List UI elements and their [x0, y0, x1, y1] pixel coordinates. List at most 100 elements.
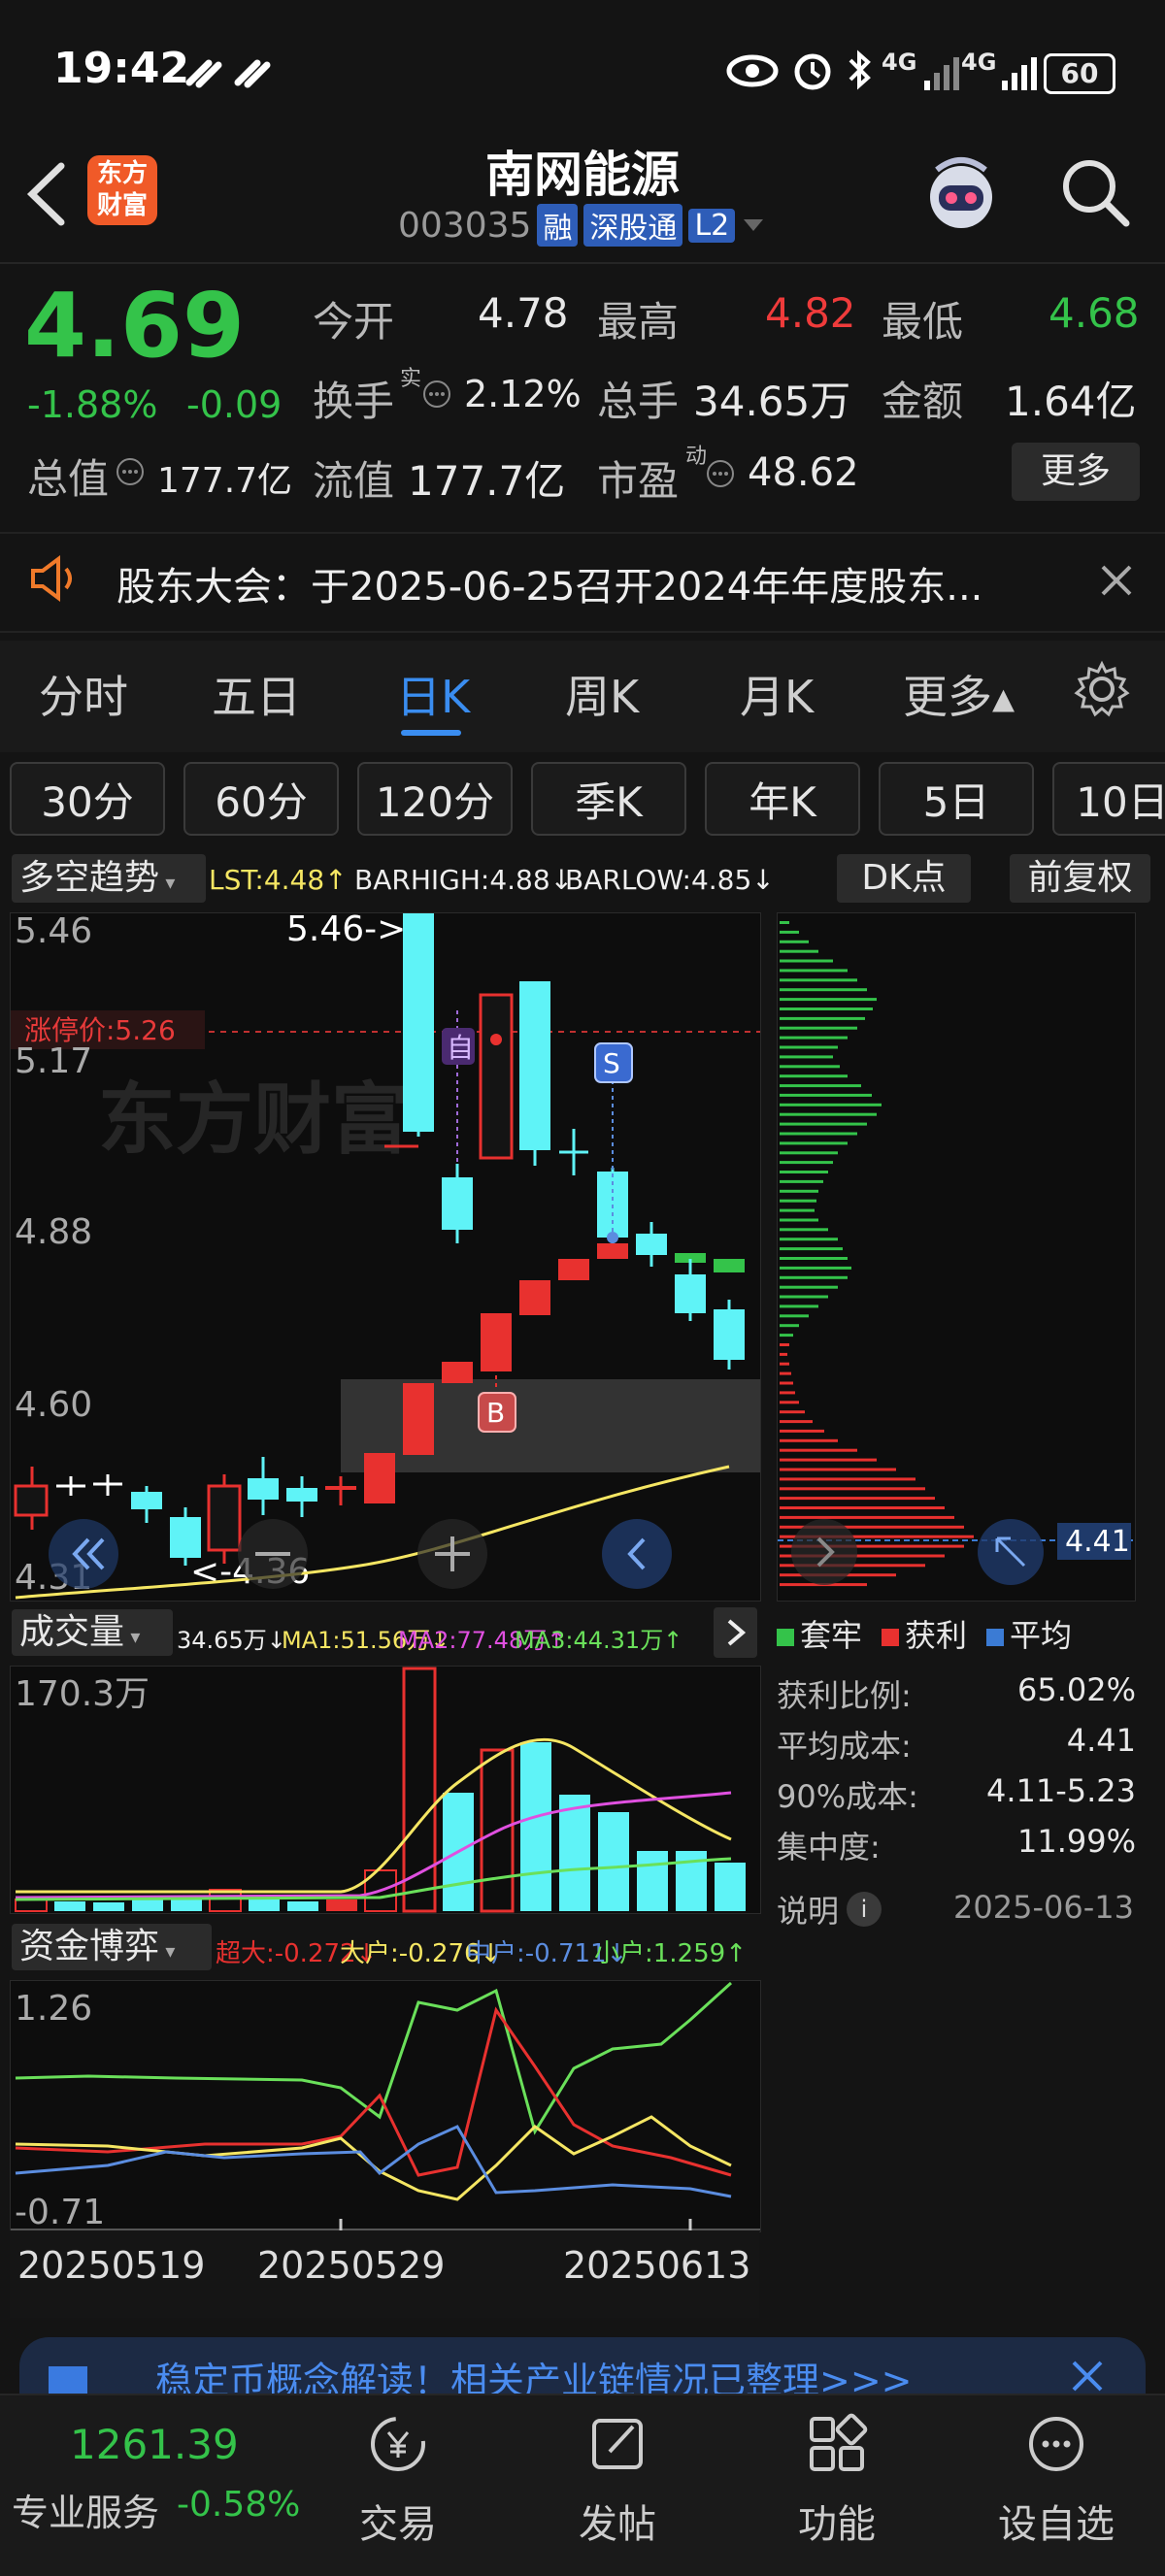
chip-bar: [780, 988, 867, 992]
volume-indicator-select[interactable]: 成交量 ▾: [12, 1609, 173, 1656]
x-axis-strip: 20250519 20250529 20250613: [10, 2230, 759, 2318]
fund-y-top: 1.26: [15, 1989, 92, 2029]
y-tick: 4.60: [15, 1385, 92, 1425]
info-dots-icon[interactable]: [705, 458, 736, 489]
nav-trade[interactable]: 交易: [311, 2395, 485, 2570]
search-icon[interactable]: [1058, 155, 1131, 228]
chip-bar: [780, 1477, 915, 1481]
kline-chart: 东方财富 涨停价:5.26 5.46 5.17 4.88 4.60 4.31 5…: [11, 909, 760, 1600]
chip-bar: [780, 1401, 799, 1404]
index-label[interactable]: 专业服务: [12, 2483, 159, 2536]
scroll-left-button[interactable]: [602, 1519, 672, 1589]
divider: [0, 631, 1165, 633]
fund-chart: 1.26 -0.71: [11, 1981, 760, 2232]
scroll-left-fast-button[interactable]: [49, 1519, 118, 1589]
chip-bar: [780, 1036, 848, 1040]
chip-bar: [780, 1285, 838, 1289]
change-amount: -0.09: [186, 383, 283, 426]
super-large-line: [15, 2006, 732, 2177]
turnover-sup: 实: [400, 367, 422, 391]
dropdown-icon[interactable]: [741, 215, 766, 235]
chip-bar: [780, 978, 857, 982]
lst-value: LST:4.48↑: [209, 864, 348, 896]
more-button[interactable]: 更多: [1012, 443, 1140, 501]
period-tabs: 分时 五日 日K 周K 月K 更多▴: [0, 641, 1165, 752]
candle: [714, 1259, 745, 1272]
info-dots-icon[interactable]: [115, 456, 146, 487]
fund-indicator-select[interactable]: 资金博弈 ▾: [12, 1924, 212, 1970]
pill-5day[interactable]: 5日: [879, 762, 1034, 836]
network-label-1: 4G: [882, 49, 917, 76]
status-link-icons: [185, 59, 271, 88]
stat-label: 集中度:: [777, 1829, 881, 1866]
chip-bar: [780, 1324, 799, 1328]
sell-marker-label: S: [603, 1047, 620, 1079]
promo-banner[interactable]: 稳定币概念解读！相关产业链情况已整理>>>: [19, 2337, 1146, 2395]
info-icon[interactable]: i: [847, 1892, 882, 1927]
candle: [714, 1300, 745, 1370]
kline-panel[interactable]: 东方财富 涨停价:5.26 5.46 5.17 4.88 4.60 4.31 5…: [10, 909, 761, 1602]
candle: [14, 1467, 49, 1530]
chip-bar: [780, 1179, 823, 1183]
badge-l2: L2: [688, 208, 736, 243]
tab-five-day[interactable]: 五日: [212, 662, 301, 726]
status-bar: 19:42 4G 4G 60: [0, 0, 1165, 146]
chip-bar: [780, 1391, 795, 1395]
adjust-button[interactable]: 前复权: [1010, 854, 1150, 903]
chip-bar: [780, 930, 799, 934]
robot-avatar-icon[interactable]: [917, 150, 1005, 238]
candle: [403, 1383, 434, 1455]
pill-30min[interactable]: 30分: [10, 762, 165, 836]
network-label-2: 4G: [961, 49, 997, 76]
close-icon[interactable]: [1097, 561, 1136, 600]
chip-bar: [780, 1334, 793, 1338]
candle: [442, 1164, 473, 1243]
barhigh-value: BARHIGH:4.88↓: [354, 864, 574, 896]
pill-year-k[interactable]: 年K: [705, 762, 860, 836]
high-label: 最高: [597, 298, 680, 346]
pill-60min[interactable]: 60分: [183, 762, 339, 836]
nav-post[interactable]: 发帖: [530, 2395, 705, 2570]
pill-10day[interactable]: 10日: [1052, 762, 1165, 836]
badge-margin: 融: [537, 204, 579, 247]
app-logo[interactable]: 东方 财富: [87, 155, 157, 225]
chip-bar: [780, 1257, 848, 1260]
chip-bar: [780, 1438, 838, 1442]
volume-y-top: 170.3万: [15, 1674, 150, 1714]
chip-bar: [780, 1103, 882, 1106]
tab-weekly-k[interactable]: 周K: [565, 662, 639, 726]
stat-value: 65.02%: [1016, 1671, 1136, 1708]
back-chevron-icon[interactable]: [24, 160, 68, 228]
notice-text[interactable]: 股东大会：于2025-06-25召开2024年年度股东...: [116, 555, 982, 611]
candle: [131, 1486, 162, 1523]
pe-label: 市盈: [597, 457, 680, 505]
tab-daily-k[interactable]: 日K: [396, 662, 470, 726]
tab-monthly-k[interactable]: 月K: [740, 662, 814, 726]
chip-bar: [780, 1161, 833, 1165]
nav-add-watchlist[interactable]: 设自选: [969, 2395, 1144, 2570]
divider: [0, 532, 1165, 534]
volume-expand-button[interactable]: [714, 1607, 757, 1658]
mktcap-value: 177.7亿: [157, 461, 293, 501]
index-value: 1261.39: [70, 2421, 239, 2468]
pill-season-k[interactable]: 季K: [531, 762, 686, 836]
pill-120min[interactable]: 120分: [357, 762, 513, 836]
vol-value: 34.65万↓: [177, 1627, 286, 1654]
tab-more[interactable]: 更多▴: [903, 662, 1015, 726]
dk-point-button[interactable]: DK点: [837, 854, 971, 903]
close-icon[interactable]: [1068, 2357, 1107, 2395]
chip-next-button[interactable]: [791, 1519, 857, 1585]
chip-note[interactable]: 说明 i: [777, 1887, 882, 1932]
info-dots-icon[interactable]: [421, 379, 452, 410]
stat-row: 集中度: 11.99%: [777, 1823, 1136, 1873]
chip-bar: [780, 1515, 954, 1519]
tab-minute[interactable]: 分时: [39, 662, 128, 726]
indicator-select[interactable]: 多空趋势 ▾: [12, 854, 206, 903]
chip-bar: [780, 921, 789, 924]
stat-row: 获利比例: 65.02%: [777, 1671, 1136, 1722]
more-dots-icon: [1029, 2417, 1083, 2471]
candle: [558, 1259, 589, 1280]
nav-label: 交易: [359, 2502, 437, 2547]
gear-icon[interactable]: [1073, 660, 1131, 718]
nav-functions[interactable]: 功能: [749, 2395, 924, 2570]
